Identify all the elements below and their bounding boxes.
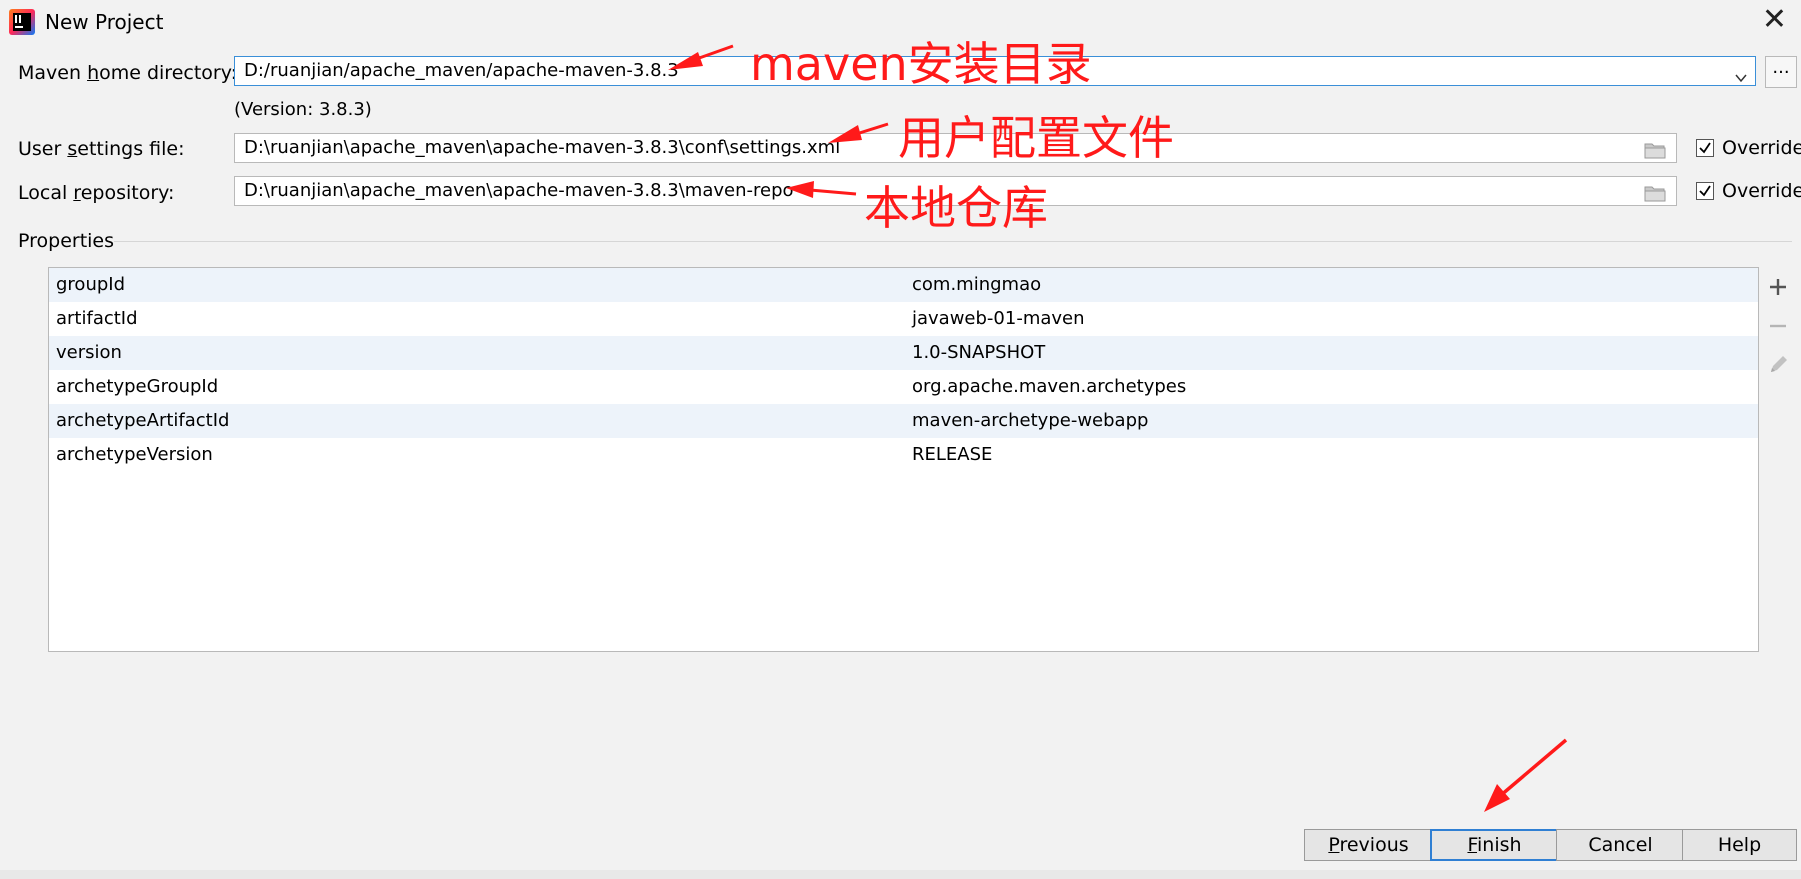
arrow-maven-home [668,44,734,70]
arrow-local-repo [786,181,857,198]
arrow-finish [1484,738,1568,812]
arrow-user-settings [828,122,889,143]
annotation-arrows [668,44,1568,812]
